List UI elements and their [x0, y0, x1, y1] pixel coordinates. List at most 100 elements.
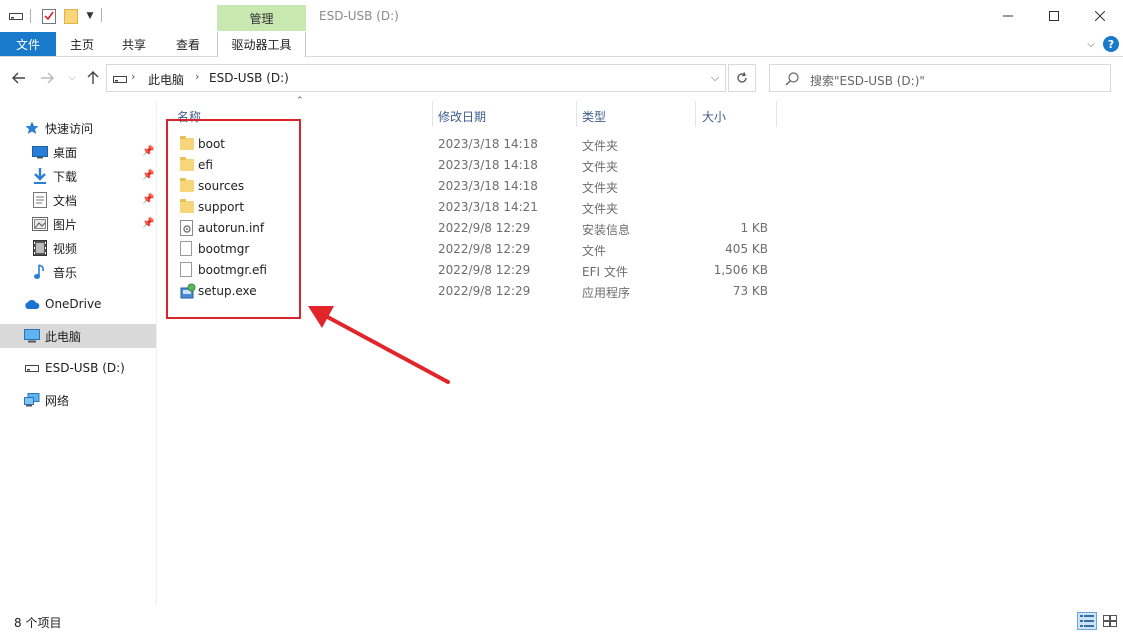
chevron-right-icon[interactable]: › [131, 70, 135, 83]
help-icon: ? [1103, 36, 1119, 52]
up-button[interactable] [84, 69, 102, 87]
sidebar-item-videos[interactable]: 视频 [0, 236, 156, 260]
properties-icon[interactable] [40, 7, 58, 25]
file-type: 文件夹 [582, 139, 619, 153]
usb-drive-icon [24, 360, 40, 376]
refresh-button[interactable] [728, 64, 756, 92]
customize-toolbar-icon[interactable]: ▼ [84, 7, 96, 25]
manage-context-tab[interactable]: 管理 [217, 5, 306, 31]
item-count: 8 个项目 [14, 616, 62, 630]
file-type: 安装信息 [582, 223, 631, 237]
address-bar[interactable]: › 此电脑 › ESD-USB (D:) ⌵ [106, 64, 726, 92]
column-header-size[interactable]: 大小 [696, 101, 776, 127]
file-date: 2023/3/18 14:18 [438, 137, 538, 151]
picture-icon [32, 216, 48, 232]
forward-arrow-icon [41, 72, 54, 84]
cloud-icon [24, 296, 40, 312]
address-drive-icon [113, 73, 127, 87]
column-divider[interactable] [776, 101, 777, 127]
column-header-type[interactable]: 类型 [577, 101, 695, 127]
file-date: 2023/3/18 14:21 [438, 200, 538, 214]
file-date: 2023/3/18 14:18 [438, 179, 538, 193]
search-box[interactable]: 搜索"ESD-USB (D:)" [769, 64, 1111, 92]
sidebar-item-desktop[interactable]: 桌面 📌 [0, 140, 156, 164]
search-icon [785, 72, 799, 86]
document-icon [32, 192, 48, 208]
file-type: 文件 [582, 244, 607, 258]
sidebar-item-quick-access[interactable]: 快速访问 [0, 116, 156, 140]
tab-view[interactable]: 查看 [160, 32, 216, 56]
breadcrumb-drive[interactable]: ESD-USB (D:) [209, 71, 289, 85]
help-button[interactable]: ? [1103, 36, 1119, 52]
tab-share[interactable]: 共享 [108, 32, 160, 56]
up-arrow-icon [87, 71, 99, 84]
file-size: 1 KB [740, 221, 768, 235]
file-date: 2023/3/18 14:18 [438, 158, 538, 172]
column-header-label: 修改日期 [438, 110, 487, 124]
tab-drive-tools[interactable]: 驱动器工具 [217, 32, 306, 57]
details-view-icon [1080, 615, 1094, 627]
download-icon [32, 168, 48, 184]
large-icons-view-button[interactable] [1100, 612, 1120, 630]
sidebar-item-label: 快速访问 [45, 121, 94, 136]
close-icon [1095, 11, 1105, 21]
star-icon [24, 120, 40, 136]
sidebar-item-music[interactable]: 音乐 [0, 260, 156, 284]
sidebar-item-label: 网络 [45, 393, 70, 408]
forward-button[interactable] [38, 69, 56, 87]
refresh-icon [737, 72, 747, 83]
file-size: 73 KB [732, 284, 768, 298]
tab-home[interactable]: 主页 [56, 32, 108, 56]
sidebar-item-label: 音乐 [53, 265, 78, 280]
window-title: ESD-USB (D:) [319, 9, 399, 23]
file-date: 2022/9/8 12:29 [438, 263, 531, 277]
ribbon: 文件 主页 共享 查看 驱动器工具 ⌵ ? [0, 32, 1123, 57]
address-dropdown-button[interactable]: ⌵ [703, 65, 727, 91]
sidebar-item-label: 下载 [53, 169, 78, 184]
sidebar-item-onedrive[interactable]: OneDrive [0, 292, 156, 316]
pin-icon[interactable]: 📌 [142, 218, 154, 230]
back-button[interactable] [10, 69, 28, 87]
large-icons-view-icon [1103, 615, 1117, 627]
maximize-icon [1049, 11, 1059, 21]
sidebar-item-documents[interactable]: 文档 📌 [0, 188, 156, 212]
pin-icon[interactable]: 📌 [142, 194, 154, 206]
sidebar-item-label: 文档 [53, 193, 78, 208]
search-placeholder: 搜索"ESD-USB (D:)" [810, 74, 925, 88]
maximize-button[interactable] [1031, 0, 1077, 32]
desktop-icon [32, 144, 48, 160]
breadcrumb-this-pc[interactable]: 此电脑 [148, 71, 184, 88]
music-icon [32, 264, 48, 280]
drive-icon[interactable] [8, 7, 24, 25]
sidebar-item-label: 桌面 [53, 145, 78, 160]
tab-file[interactable]: 文件 [0, 32, 56, 56]
sidebar-item-usb-drive[interactable]: ESD-USB (D:) [0, 356, 156, 380]
file-type: 文件夹 [582, 202, 619, 216]
column-header-label: 类型 [582, 110, 607, 124]
sidebar-item-label: ESD-USB (D:) [45, 361, 125, 375]
new-folder-icon[interactable] [63, 7, 79, 25]
pin-icon[interactable]: 📌 [142, 146, 154, 158]
sidebar-item-this-pc[interactable]: 此电脑 [0, 324, 156, 348]
minimize-button[interactable] [985, 0, 1031, 32]
close-button[interactable] [1077, 0, 1123, 32]
file-date: 2022/9/8 12:29 [438, 242, 531, 256]
sidebar-item-downloads[interactable]: 下载 📌 [0, 164, 156, 188]
sidebar-item-pictures[interactable]: 图片 📌 [0, 212, 156, 236]
file-type: 文件夹 [582, 160, 619, 174]
computer-icon [24, 328, 40, 344]
recent-locations-button[interactable]: ⌵ [63, 69, 81, 87]
annotation-arrow [308, 306, 450, 384]
navigation-pane: 快速访问 桌面 📌 下载 📌 文档 📌 图片 📌 视频 音乐 OneDrive … [0, 101, 157, 605]
details-view-button[interactable] [1077, 612, 1097, 630]
chevron-right-icon[interactable]: › [195, 70, 199, 83]
qa-divider [30, 9, 31, 23]
pin-icon[interactable]: 📌 [142, 170, 154, 182]
file-date: 2022/9/8 12:29 [438, 221, 531, 235]
column-header-date[interactable]: 修改日期 [433, 101, 576, 127]
expand-ribbon-icon[interactable]: ⌵ [1084, 36, 1098, 52]
navigation-bar: ⌵ › 此电脑 › ESD-USB (D:) ⌵ 搜索"ESD-USB (D:)… [0, 57, 1123, 101]
sidebar-item-label: 此电脑 [45, 329, 82, 344]
sidebar-item-network[interactable]: 网络 [0, 388, 156, 412]
file-size: 1,506 KB [713, 263, 768, 277]
